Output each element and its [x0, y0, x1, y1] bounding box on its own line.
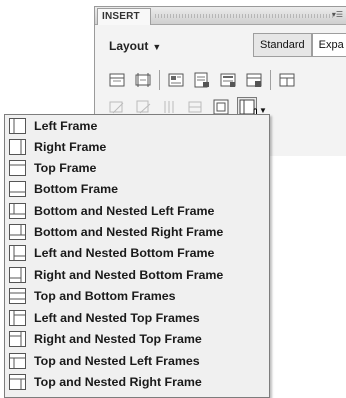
menu-item-label: Right and Nested Bottom Frame: [34, 268, 224, 282]
menu-item-left-nested-bottom[interactable]: Left and Nested Bottom Frame: [9, 243, 267, 263]
menu-item-label: Top Frame: [34, 161, 97, 175]
view-tabs: Standard Expa: [253, 33, 346, 57]
menu-item-right-nested-bottom[interactable]: Right and Nested Bottom Frame: [9, 265, 267, 285]
panel-drag-handle[interactable]: [155, 14, 335, 18]
menu-item-top-nested-right[interactable]: Top and Nested Right Frame: [9, 372, 267, 392]
menu-item-bottom-nested-right[interactable]: Bottom and Nested Right Frame: [9, 222, 267, 242]
menu-item-label: Bottom Frame: [34, 182, 118, 196]
bottom-nested-left-frame-icon: [9, 203, 26, 219]
menu-item-label: Right Frame: [34, 140, 107, 154]
top-frame-icon: [9, 160, 26, 176]
menu-item-label: Bottom and Nested Right Frame: [34, 225, 224, 239]
menu-item-label: Top and Bottom Frames: [34, 289, 176, 303]
menu-item-top-and-bottom[interactable]: Top and Bottom Frames: [9, 286, 267, 306]
category-dropdown[interactable]: Layout ▼: [109, 39, 161, 53]
layout-table-icon[interactable]: [166, 70, 186, 90]
spry-panels-icon[interactable]: [244, 70, 264, 90]
menu-item-label: Top and Nested Left Frames: [34, 354, 200, 368]
ap-div-icon[interactable]: [192, 70, 212, 90]
menu-item-label: Right and Nested Top Frame: [34, 332, 202, 346]
table-icon[interactable]: [107, 70, 127, 90]
toolbar-separator: [270, 70, 271, 90]
menu-item-bottom-nested-left[interactable]: Bottom and Nested Left Frame: [9, 201, 267, 221]
toolbar-row-1: [107, 70, 303, 90]
top-and-bottom-frames-icon: [9, 288, 26, 304]
menu-item-top-frame[interactable]: Top Frame: [9, 158, 267, 178]
frames-dropdown-menu: Left Frame Right Frame Top Frame Bottom …: [4, 114, 270, 398]
left-nested-bottom-frame-icon: [9, 245, 26, 261]
panel-options-icon[interactable]: ▾☰: [332, 10, 343, 19]
chevron-down-icon: ▼: [152, 42, 162, 52]
menu-item-label: Left Frame: [34, 119, 98, 133]
bottom-frame-icon: [9, 181, 26, 197]
menu-item-left-nested-top[interactable]: Left and Nested Top Frames: [9, 308, 267, 328]
menu-item-label: Left and Nested Bottom Frame: [34, 246, 215, 260]
menu-item-bottom-frame[interactable]: Bottom Frame: [9, 179, 267, 199]
toolbar-separator: [159, 70, 160, 90]
menu-item-label: Left and Nested Top Frames: [34, 311, 200, 325]
right-frame-icon: [9, 139, 26, 155]
category-label: Layout: [109, 39, 149, 53]
menu-item-label: Bottom and Nested Left Frame: [34, 204, 215, 218]
bottom-nested-right-frame-icon: [9, 224, 26, 240]
div-tag-icon[interactable]: [133, 70, 153, 90]
top-nested-right-frame-icon: [9, 374, 26, 390]
menu-item-top-nested-left[interactable]: Top and Nested Left Frames: [9, 351, 267, 371]
tab-standard[interactable]: Standard: [253, 33, 312, 57]
left-nested-top-frames-icon: [9, 310, 26, 326]
menu-item-label: Top and Nested Right Frame: [34, 375, 202, 389]
iframe-icon[interactable]: [277, 70, 297, 90]
menu-item-left-frame[interactable]: Left Frame: [9, 116, 267, 136]
spry-menu-icon[interactable]: [218, 70, 238, 90]
menu-item-right-frame[interactable]: Right Frame: [9, 137, 267, 157]
panel-header: INSERT ▾☰: [95, 7, 346, 25]
right-nested-top-frame-icon: [9, 331, 26, 347]
top-nested-left-frames-icon: [9, 353, 26, 369]
right-nested-bottom-frame-icon: [9, 267, 26, 283]
left-frame-icon: [9, 118, 26, 134]
tab-expanded[interactable]: Expa: [311, 33, 346, 57]
menu-item-right-nested-top[interactable]: Right and Nested Top Frame: [9, 329, 267, 349]
insert-tab[interactable]: INSERT: [97, 8, 151, 25]
